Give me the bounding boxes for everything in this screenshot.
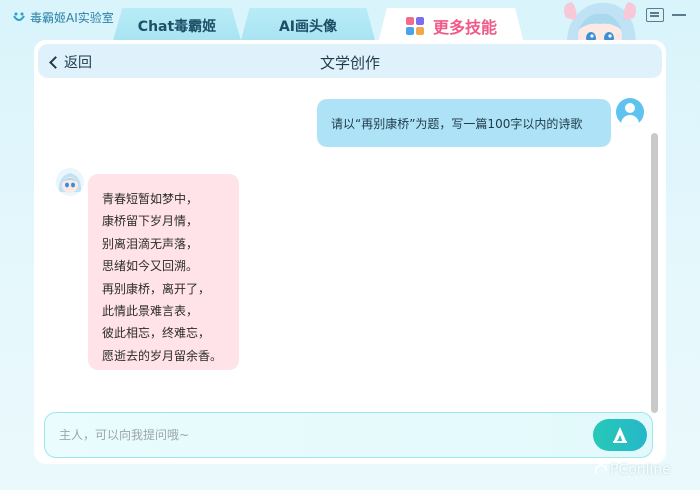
watermark: PConline bbox=[594, 462, 671, 478]
chat-input[interactable] bbox=[59, 413, 579, 456]
watermark-logo-icon bbox=[594, 463, 608, 474]
main-panel: 返回 文学创作 请以“再别康桥”为题，写一篇100字以内的诗歌 青春短暂如梦中，… bbox=[34, 40, 666, 464]
tab-ai-avatar[interactable]: AI画头像 bbox=[240, 8, 376, 44]
watermark-text: PConline bbox=[610, 462, 671, 478]
send-icon bbox=[613, 427, 627, 443]
tab-chat[interactable]: Chat毒霸姬 bbox=[112, 8, 242, 44]
poem-line: 青春短暂如梦中， bbox=[102, 192, 199, 206]
poem-line: 彼此相忘，终难忘， bbox=[102, 326, 211, 341]
tab-ai-avatar-label: AI画头像 bbox=[278, 19, 338, 35]
header-bar: 返回 文学创作 bbox=[38, 44, 662, 78]
bot-avatar bbox=[56, 168, 84, 196]
app-title-text: 毒霸姬AI实验室 bbox=[30, 11, 114, 25]
page-title: 文学创作 bbox=[319, 54, 380, 72]
poem-line: 别离泪滴无声落， bbox=[102, 236, 199, 251]
poem-line: 愿逝去的岁月留余香。 bbox=[102, 348, 223, 363]
poem-line: 此情此景难言表， bbox=[102, 304, 199, 319]
tab-chat-label: Chat毒霸姬 bbox=[137, 19, 217, 35]
chat-scrollbar[interactable] bbox=[651, 133, 658, 413]
user-avatar bbox=[616, 98, 644, 126]
chat-input-box bbox=[44, 412, 653, 458]
user-avatar-body bbox=[621, 115, 639, 126]
user-message-text: 请以“再别康桥”为题，写一篇100字以内的诗歌 bbox=[331, 116, 583, 131]
app-title: 毒霸姬AI实验室 bbox=[12, 9, 114, 26]
tab-more-skills[interactable]: 更多技能 bbox=[378, 8, 524, 44]
poem-line: 康桥留下岁月情， bbox=[102, 214, 199, 229]
poem-line: 思绪如今又回溯。 bbox=[102, 259, 199, 274]
tab-more-skills-label: 更多技能 bbox=[432, 18, 497, 37]
user-message-bubble: 请以“再别康桥”为题，写一篇100字以内的诗歌 bbox=[317, 99, 611, 147]
bot-message-bubble: 青春短暂如梦中， 康桥留下岁月情， 别离泪滴无声落， 思绪如今又回溯。 再别康桥… bbox=[88, 174, 239, 370]
poem-line: 再别康桥，离开了， bbox=[102, 281, 211, 296]
tab-bar: Chat毒霸姬 AI画头像 更多技能 bbox=[112, 8, 532, 44]
send-button[interactable] bbox=[593, 419, 647, 451]
message-icon[interactable] bbox=[646, 8, 664, 22]
app-logo-icon bbox=[13, 12, 25, 21]
minimize-icon[interactable] bbox=[672, 14, 686, 16]
user-avatar-head bbox=[625, 103, 635, 113]
grid-icon bbox=[405, 17, 424, 35]
